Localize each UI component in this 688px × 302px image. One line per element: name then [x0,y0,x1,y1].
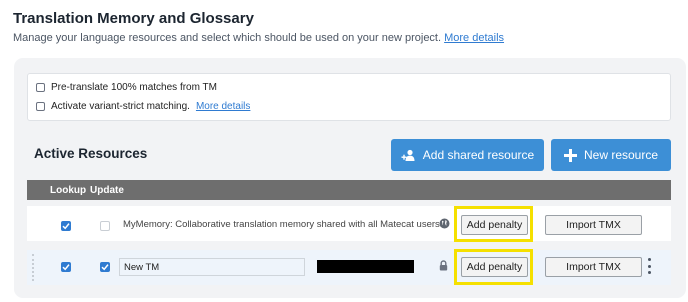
lookup-column-header: Lookup [50,185,87,196]
add-penalty-button[interactable]: Add penalty [461,215,528,235]
resource-name-mymemory: MyMemory: Collaborative translation memo… [123,219,443,230]
add-shared-resource-button[interactable]: Add shared resource [391,139,544,171]
update-column-header: Update [90,185,124,196]
shared-users-icon [401,149,415,161]
redacted-key [317,260,414,273]
more-details-link[interactable]: More details [444,32,504,44]
add-shared-resource-label: Add shared resource [422,148,535,162]
variant-more-details-link[interactable]: More details [196,101,250,112]
check-icon [101,264,109,271]
add-penalty-button[interactable]: Add penalty [461,257,528,277]
lock-icon [439,260,448,271]
new-resource-label: New resource [583,148,659,162]
options-box: Pre-translate 100% matches from TM Activ… [27,73,671,121]
lookup-checkbox-new-tm[interactable] [61,262,71,272]
drag-handle[interactable] [32,254,34,281]
import-tmx-button[interactable]: Import TMX [545,215,642,235]
table-row-new-tm: Add penalty Import TMX [27,249,671,285]
new-resource-button[interactable]: New resource [551,139,671,171]
pretranslate-label: Pre-translate 100% matches from TM [51,82,217,93]
kebab-menu-icon[interactable] [648,258,652,274]
plus-icon [563,148,577,162]
variant-strict-label: Activate variant-strict matching. [51,101,190,112]
check-icon [62,223,70,230]
pretranslate-checkbox[interactable] [36,83,45,92]
lookup-checkbox-mymemory[interactable] [61,221,71,231]
subtitle-text: Manage your language resources and selec… [13,32,442,44]
page-title: Translation Memory and Glossary [13,10,254,27]
variant-strict-option[interactable]: Activate variant-strict matching. More d… [36,101,250,112]
resources-table-header: Lookup Update [27,180,671,200]
active-resources-title: Active Resources [34,146,148,161]
table-row-mymemory: MyMemory: Collaborative translation memo… [27,206,671,242]
globe-icon [439,218,450,229]
import-tmx-button[interactable]: Import TMX [545,257,642,277]
page-subtitle: Manage your language resources and selec… [13,32,504,44]
update-checkbox-mymemory [100,221,110,231]
variant-strict-checkbox[interactable] [36,102,45,111]
pretranslate-option[interactable]: Pre-translate 100% matches from TM [36,82,217,93]
update-checkbox-new-tm[interactable] [100,262,110,272]
tm-name-input[interactable] [119,258,305,276]
check-icon [62,264,70,271]
